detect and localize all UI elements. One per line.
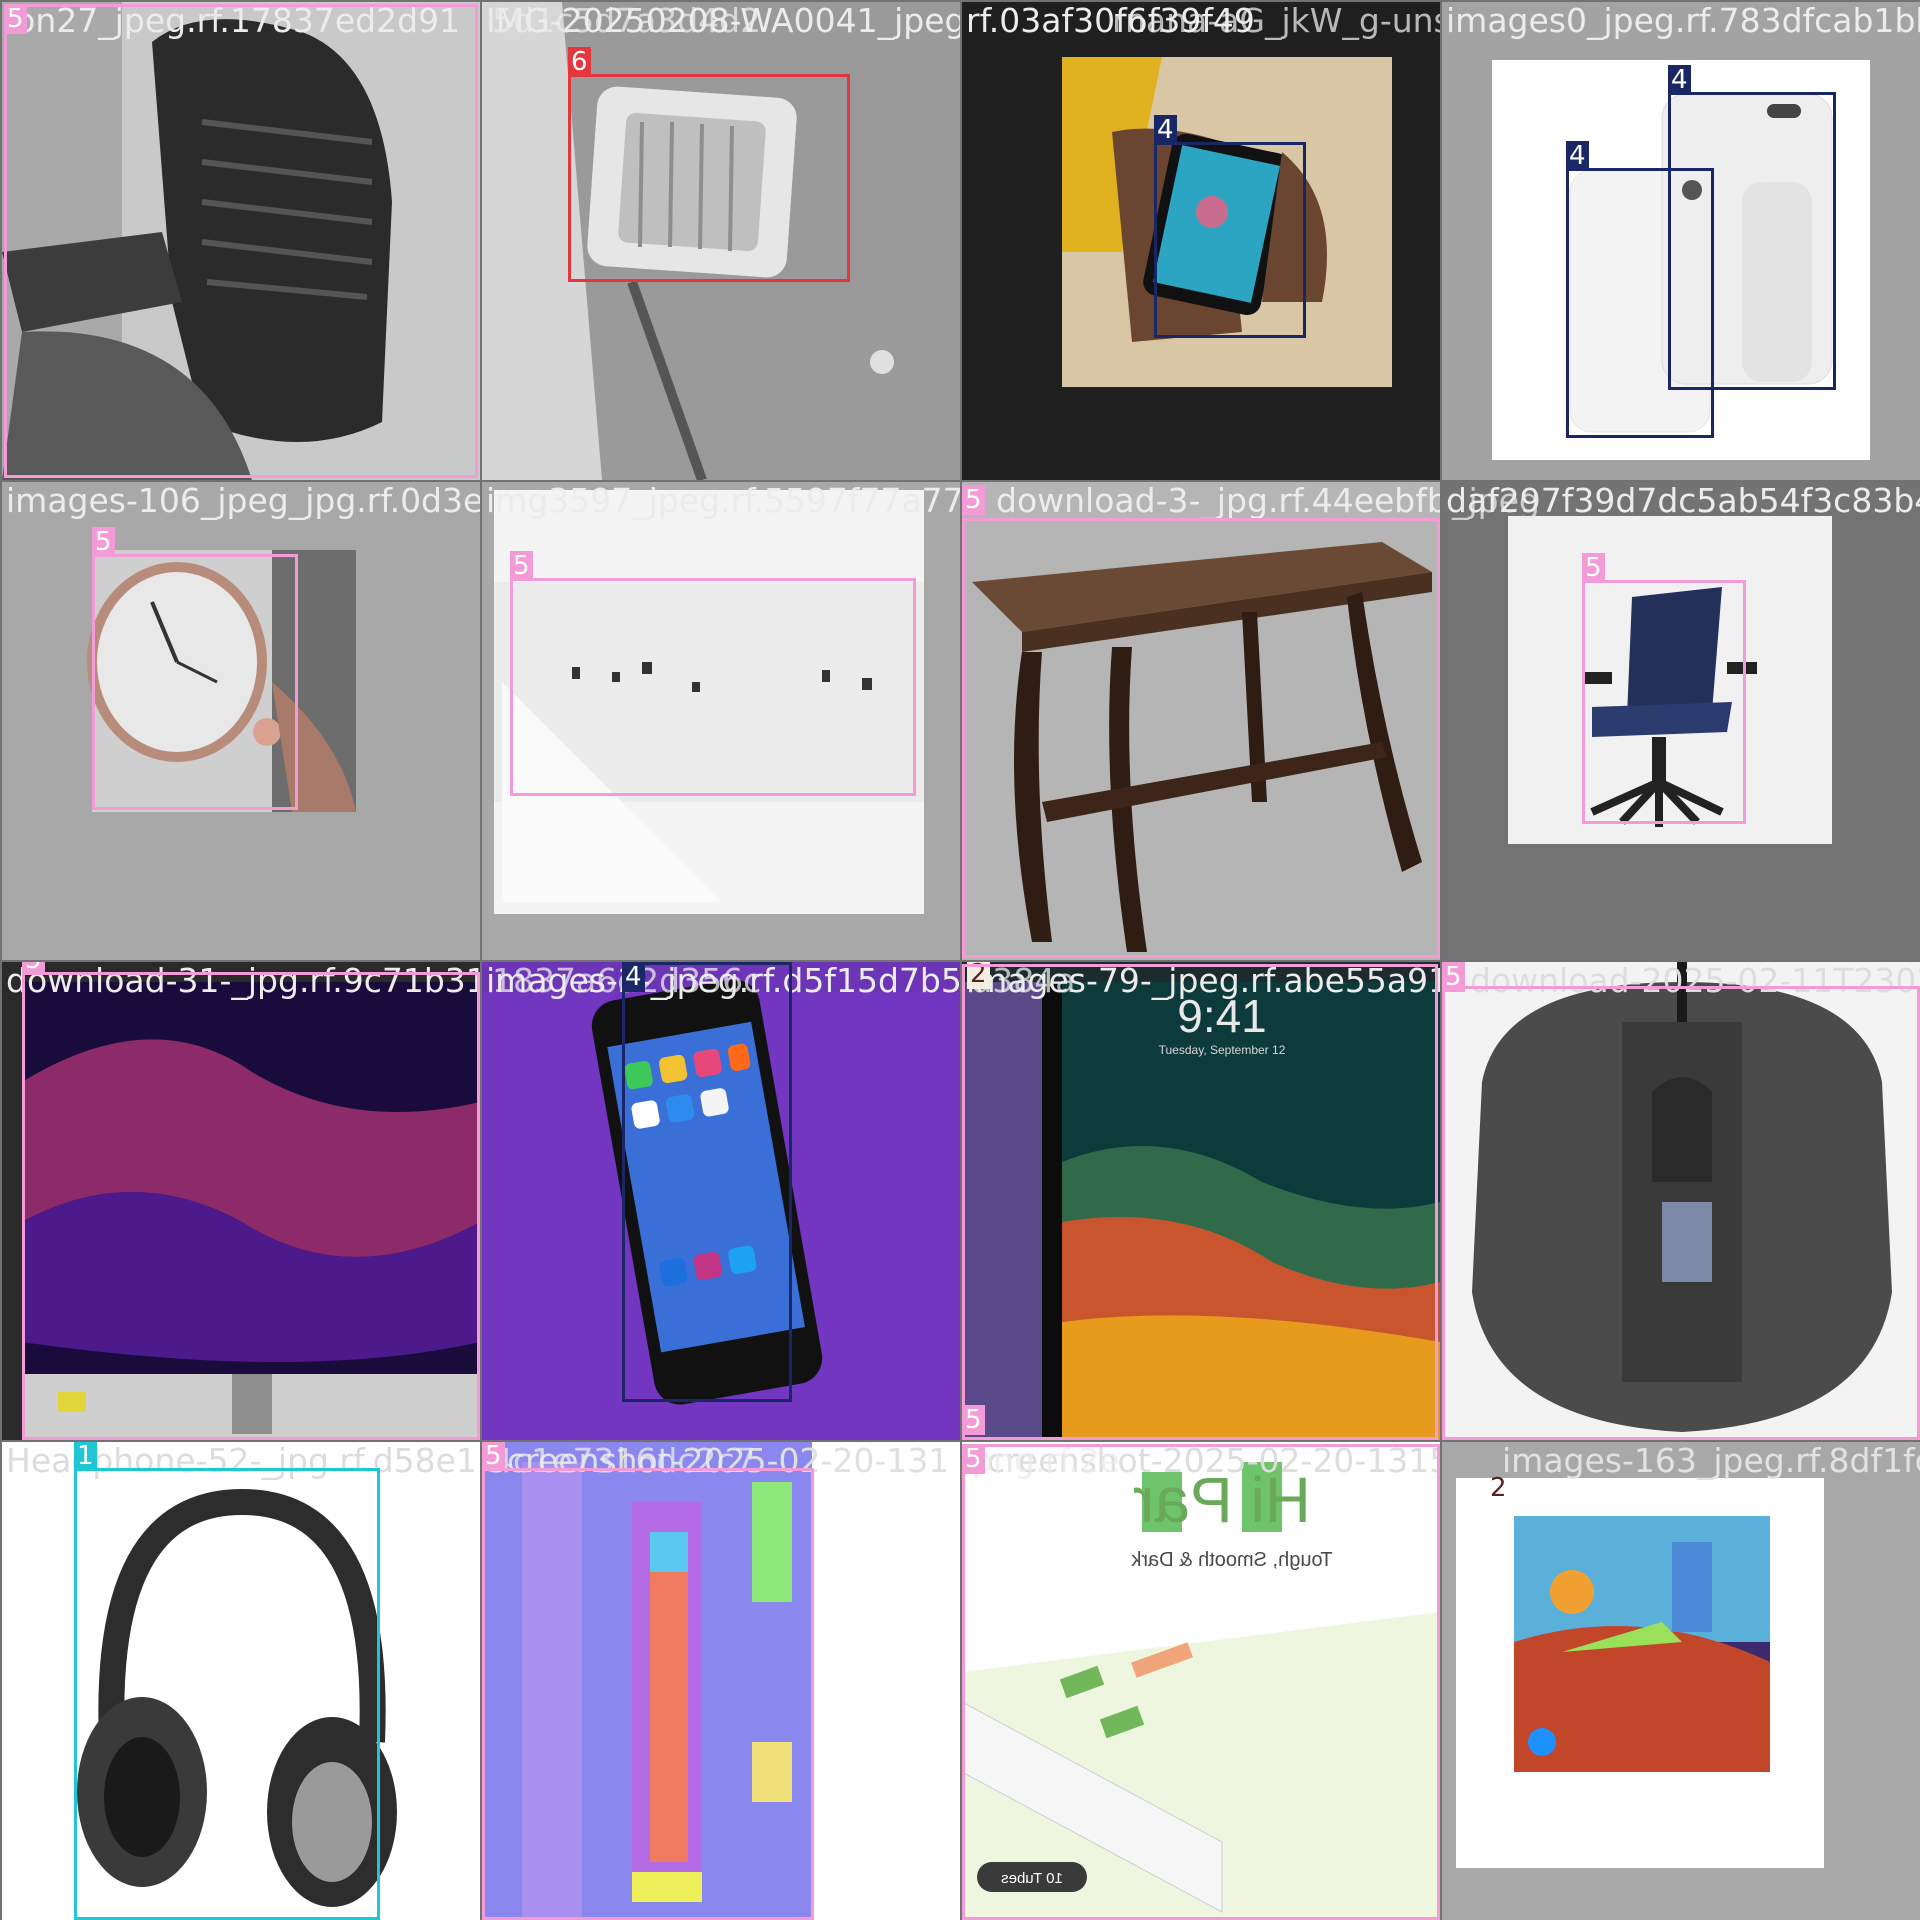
tile-filename-overlap: rnana-aG_jkW_g-unsplash <box>1112 2 1440 40</box>
tile-white-phones: images0_jpeg.rf.783dfcab1bb6a085 4 4 <box>1442 2 1920 480</box>
bbox-class-6: 6 <box>568 47 850 282</box>
bbox-class-5: 5 <box>962 1444 1440 1920</box>
bbox-label: 5 <box>1582 553 1605 583</box>
mosaic-grid: ion27_jpeg.rf.17837ed2d91 5 IMG-20250208… <box>0 0 1920 1920</box>
tile-filename-overlap: 5d1c5d7a3d4d2 <box>492 2 762 40</box>
bbox-class-5: 5 <box>1442 962 1920 1440</box>
bbox-label: 5 <box>1442 962 1465 992</box>
tile-wrist-watch: images-106_jpeg_jpg.rf.0d3e 5 <box>2 482 480 960</box>
bbox-label: 2 <box>1490 1473 1507 1503</box>
bbox-class-5: 5 <box>4 4 478 478</box>
tile-filename: images-106_jpeg_jpg.rf.0d3e <box>6 482 480 520</box>
tile-pencil-box: Hi Par Tough, Smooth & Dark 10 Tubes Scr… <box>962 1442 1440 1920</box>
tile-ipad: 9:41 Tuesday, September 12 images-79-_jp… <box>962 962 1440 1440</box>
bbox-label: 1 <box>74 1442 97 1471</box>
bbox-label: 4 <box>1668 65 1691 95</box>
bbox-class-5: 5 <box>962 485 1440 958</box>
bbox-class-5: 5 <box>510 551 916 796</box>
tile-office-chair: ion27_jpeg.rf.17837ed2d91 5 <box>2 2 480 480</box>
tile-gallery-room: img3597_jpeg.rf.5597f77a772f 5 <box>482 482 960 960</box>
bbox-label: 6 <box>568 47 591 77</box>
bbox-class-5: 5 <box>482 1442 814 1920</box>
bbox-label: 5 <box>962 485 985 515</box>
bbox-class-5: 5 <box>22 962 480 1440</box>
bbox-class-4: 4 <box>1154 115 1306 338</box>
tile-false-color-strip: Screenshot-2025-02-20-131 4c1e7316dc2c7 … <box>482 1442 960 1920</box>
tile-monitor: download-31-_jpg.rf.9c71b31 5 <box>2 962 480 1440</box>
tile-filename: images0_jpeg.rf.783dfcab1bb6a085 <box>1446 2 1920 40</box>
tile-wooden-table: download-3-_jpg.rf.44eebfb2 5 <box>962 482 1440 960</box>
tile-blue-office-chair: daf297f39d7dc5ab54f3c83b4 _jpeg 5 <box>1442 482 1920 960</box>
bbox-class-5: 5 <box>1582 553 1746 824</box>
tile-filename: images-163_jpeg.rf.8df1fcfefc <box>1502 1442 1920 1480</box>
bbox-label: 5 <box>962 1444 985 1474</box>
bbox-label: 4 <box>1154 115 1177 145</box>
tile-computer-mouse: download-2025-02-11T2302 5 <box>1442 962 1920 1440</box>
tile-filename-overlap: _jpeg <box>1452 482 1540 520</box>
tile-game-artwork: images-163_jpeg.rf.8df1fcfefc 2 <box>1442 1442 1920 1920</box>
bbox-label: 5 <box>962 1405 985 1435</box>
bbox-class-4: 4 <box>1668 65 1836 390</box>
bbox-label: 4 <box>1566 141 1589 171</box>
bbox-class-4: 4 <box>622 962 792 1402</box>
tile-iphone: images-2-_jpeg.rf.d5f15d7b5a 1837a6d2d35… <box>482 962 960 1440</box>
tile-filename: download-3-_jpg.rf.44eebfb2 <box>996 482 1440 520</box>
bbox-class-1: 1 <box>74 1442 380 1920</box>
bbox-class-5: 5 <box>962 964 1438 1440</box>
tile-smartphone-hands: rf.03af30f6f39f49 rnana-aG_jkW_g-unsplas… <box>962 2 1440 480</box>
bbox-class-2: 2 <box>1490 1473 1774 1776</box>
bbox-label: 4 <box>622 962 645 992</box>
bbox-label: 5 <box>482 1442 505 1471</box>
bbox-label: 5 <box>510 551 533 581</box>
bbox-class-5: 5 <box>92 527 298 810</box>
bbox-label: 5 <box>22 962 45 975</box>
tile-air-conditioner: IMG-20250208-WA0041_jpeg 5d1c5d7a3d4d2 6 <box>482 2 960 480</box>
tile-filename: img3597_jpeg.rf.5597f77a772f <box>486 482 960 520</box>
bbox-label: 5 <box>4 4 27 34</box>
bbox-label: 5 <box>92 527 115 557</box>
tile-headphones: Headphone-52-_jpg.rf.d58e1 1 <box>2 1442 480 1920</box>
